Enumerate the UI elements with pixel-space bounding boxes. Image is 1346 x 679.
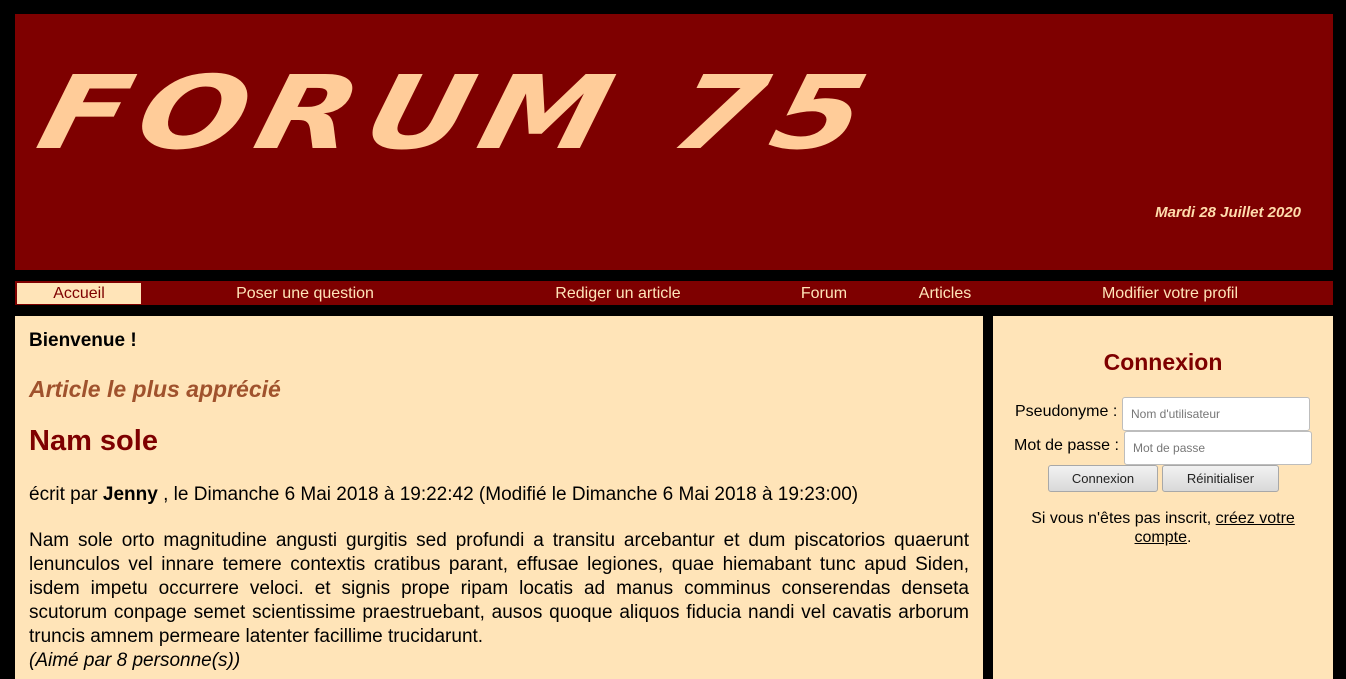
nav-item-poser-question[interactable]: Poser une question: [205, 283, 405, 304]
nav-item-articles[interactable]: Articles: [900, 283, 990, 304]
signup-text: Si vous n'êtes pas inscrit,: [1031, 510, 1212, 527]
article-likes: (Aimé par 8 personne(s)): [29, 650, 241, 671]
site-banner: FORUM 75 Mardi 28 Juillet 2020: [15, 14, 1333, 270]
article-author: Jenny: [102, 484, 158, 505]
byline-date: , le Dimanche 6 Mai 2018 à 19:22:42 (Mod…: [163, 484, 859, 505]
password-input[interactable]: [1124, 431, 1312, 465]
password-label: Mot de passe :: [1014, 437, 1119, 454]
current-date: Mardi 28 Juillet 2020: [1155, 204, 1301, 221]
main-nav: Accueil Poser une question Rediger un ar…: [15, 281, 1333, 305]
main-content: Bienvenue ! Article le plus apprécié Nam…: [15, 316, 983, 679]
signup-prompt: Si vous n'êtes pas inscrit, créez votre …: [1013, 509, 1313, 547]
login-title: Connexion: [1103, 349, 1223, 375]
login-button[interactable]: Connexion: [1048, 465, 1158, 492]
username-input[interactable]: [1122, 397, 1310, 431]
signup-period: .: [1187, 529, 1192, 546]
username-label: Pseudonyme :: [1015, 403, 1118, 420]
nav-item-modifier-profil[interactable]: Modifier votre profil: [1075, 283, 1265, 304]
nav-item-forum[interactable]: Forum: [784, 283, 864, 304]
login-panel: Connexion Pseudonyme : Mot de passe : Co…: [993, 316, 1333, 679]
article-byline: écrit par Jenny , le Dimanche 6 Mai 2018…: [29, 484, 969, 506]
article-title[interactable]: Nam sole: [29, 425, 969, 458]
article-body: Nam sole orto magnitudine angusti gurgit…: [29, 530, 969, 647]
nav-item-rediger-article[interactable]: Rediger un article: [518, 283, 718, 304]
byline-prefix: écrit par: [29, 484, 98, 505]
nav-item-accueil[interactable]: Accueil: [17, 283, 141, 304]
site-logo[interactable]: FORUM 75: [28, 53, 890, 172]
reset-button[interactable]: Réinitialiser: [1162, 465, 1279, 492]
featured-article-heading: Article le plus apprécié: [29, 376, 281, 402]
welcome-heading: Bienvenue !: [29, 330, 137, 351]
